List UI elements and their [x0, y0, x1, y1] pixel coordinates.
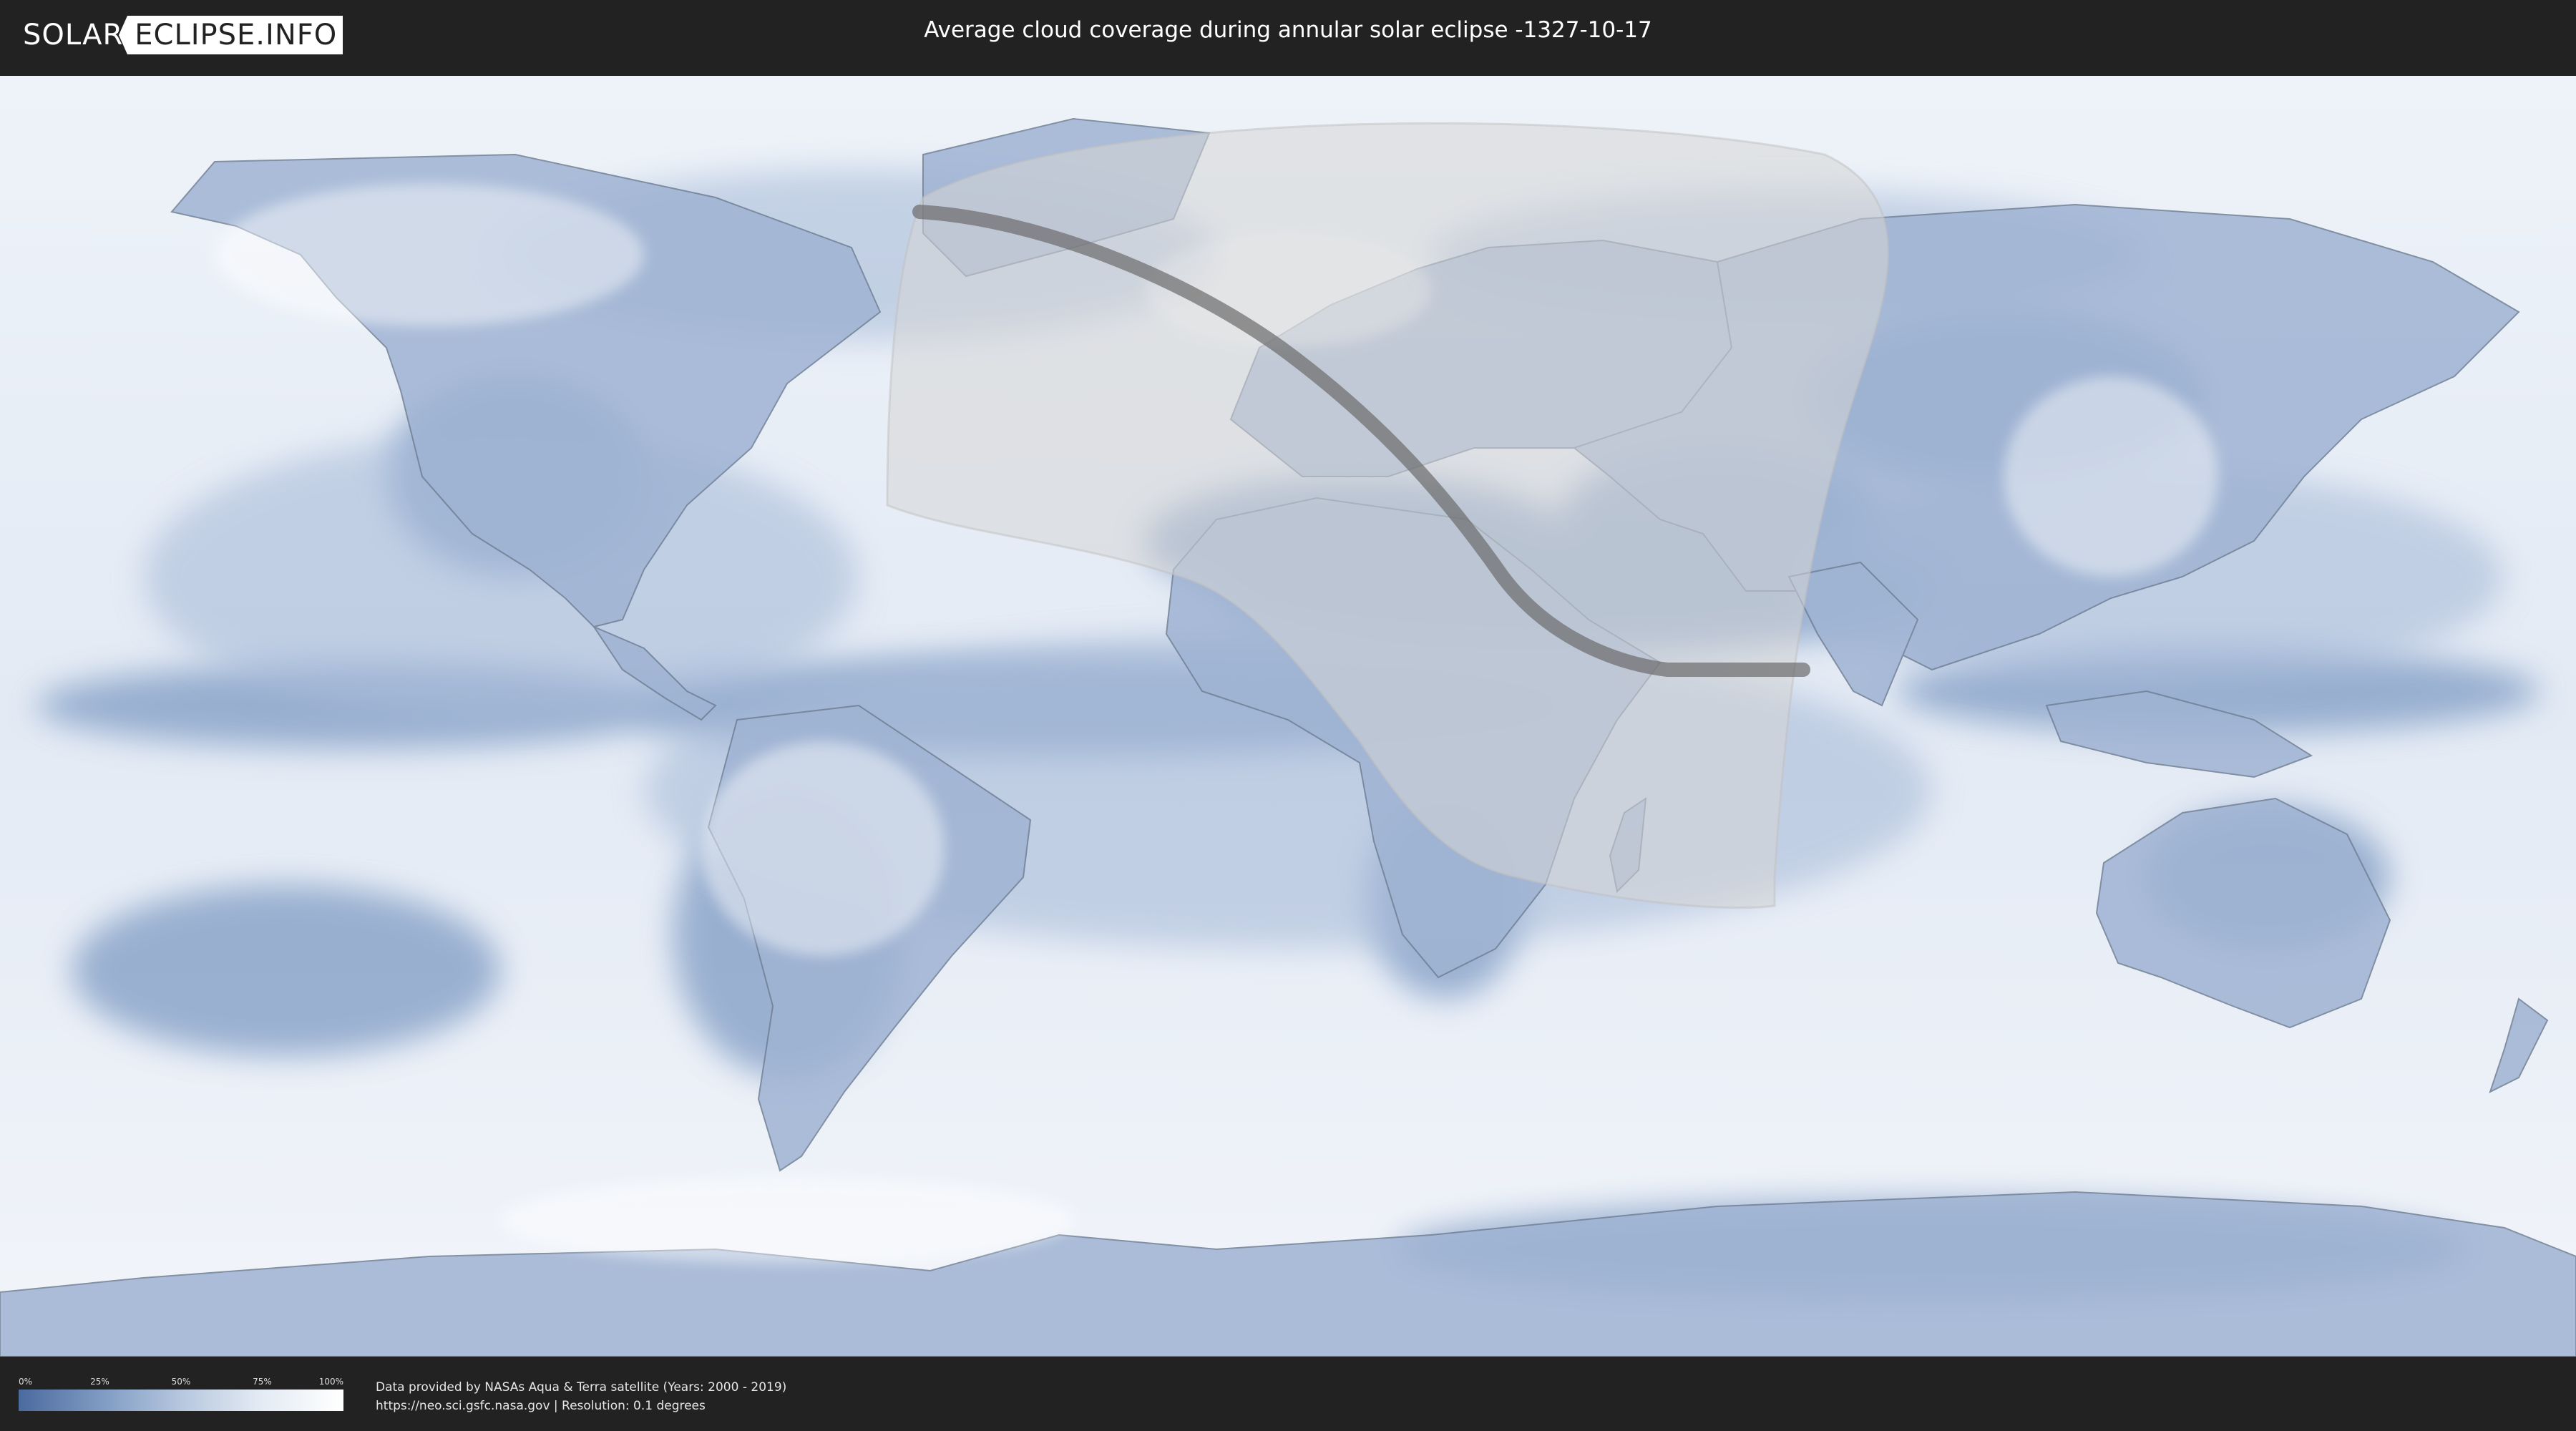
page-title: Average cloud coverage during annular so…: [924, 17, 1652, 43]
data-credits: Data provided by NASAs Aqua & Terra sate…: [376, 1378, 786, 1415]
credits-line-source: Data provided by NASAs Aqua & Terra sate…: [376, 1380, 787, 1395]
cloud-coverage-legend: 0% 25% 50% 75% 100%: [19, 1377, 343, 1411]
legend-tick-25: 25%: [90, 1377, 109, 1387]
legend-tick-75: 75%: [253, 1377, 272, 1387]
legend-gradient-bar: [19, 1390, 343, 1411]
legend-tick-0: 0%: [19, 1377, 33, 1387]
footer-bar: 0% 25% 50% 75% 100% Data provided by NAS…: [0, 1357, 2576, 1431]
header-bar: SOLAR ECLIPSE.INFO Average cloud coverag…: [0, 0, 2576, 72]
world-map-svg: [0, 76, 2576, 1357]
legend-ticks: 0% 25% 50% 75% 100%: [19, 1377, 343, 1390]
credits-line-url[interactable]: https://neo.sci.gsfc.nasa.gov | Resoluti…: [376, 1397, 786, 1415]
legend-tick-50: 50%: [171, 1377, 191, 1387]
cloud-coverage-map: [0, 76, 2576, 1357]
legend-tick-100: 100%: [318, 1377, 343, 1387]
